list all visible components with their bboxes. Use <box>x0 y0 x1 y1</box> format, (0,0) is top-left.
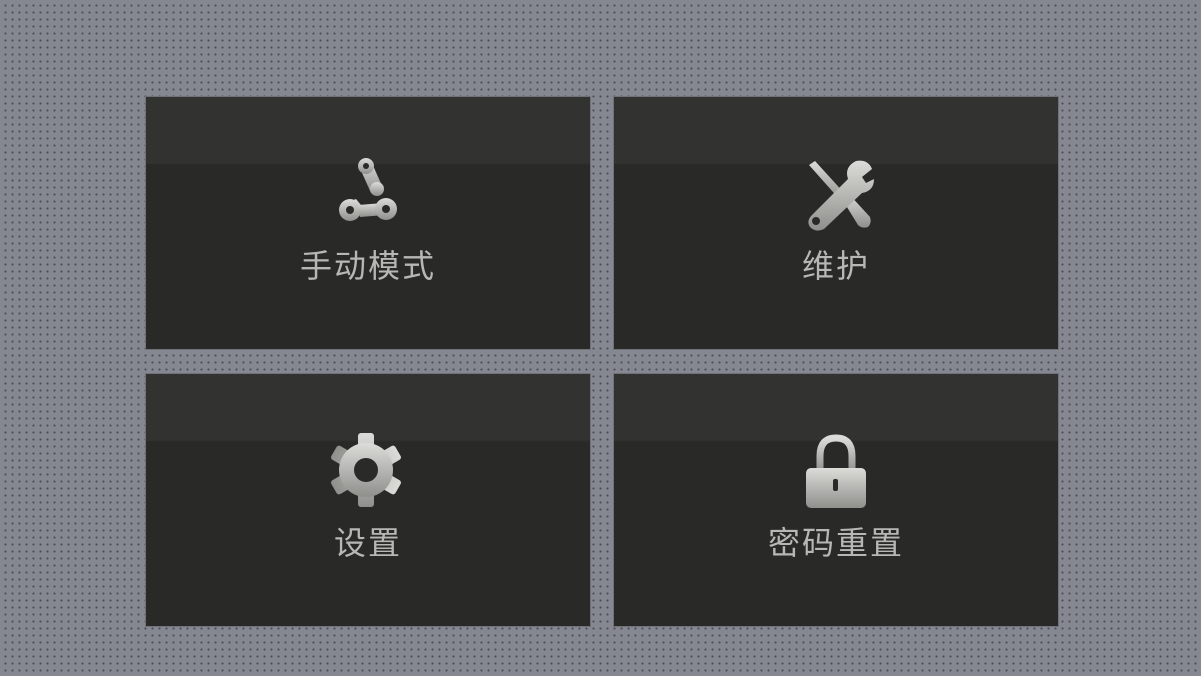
gear-icon <box>328 432 408 512</box>
manual-mode-button[interactable]: 手动模式 <box>146 97 590 349</box>
maintenance-button[interactable]: 维护 <box>614 97 1058 349</box>
chain-link-icon <box>328 155 408 235</box>
settings-label: 设置 <box>333 524 402 562</box>
manual-mode-label: 手动模式 <box>299 247 436 285</box>
maintenance-label: 维护 <box>801 247 870 285</box>
settings-button[interactable]: 设置 <box>146 374 590 626</box>
password-reset-label: 密码重置 <box>767 524 904 562</box>
password-reset-button[interactable]: 密码重置 <box>614 374 1058 626</box>
menu-screen: { "menu": { "items": [ { "label": "手动模式"… <box>0 0 1201 676</box>
lock-icon <box>796 432 876 512</box>
wrench-screwdriver-icon <box>796 155 876 235</box>
